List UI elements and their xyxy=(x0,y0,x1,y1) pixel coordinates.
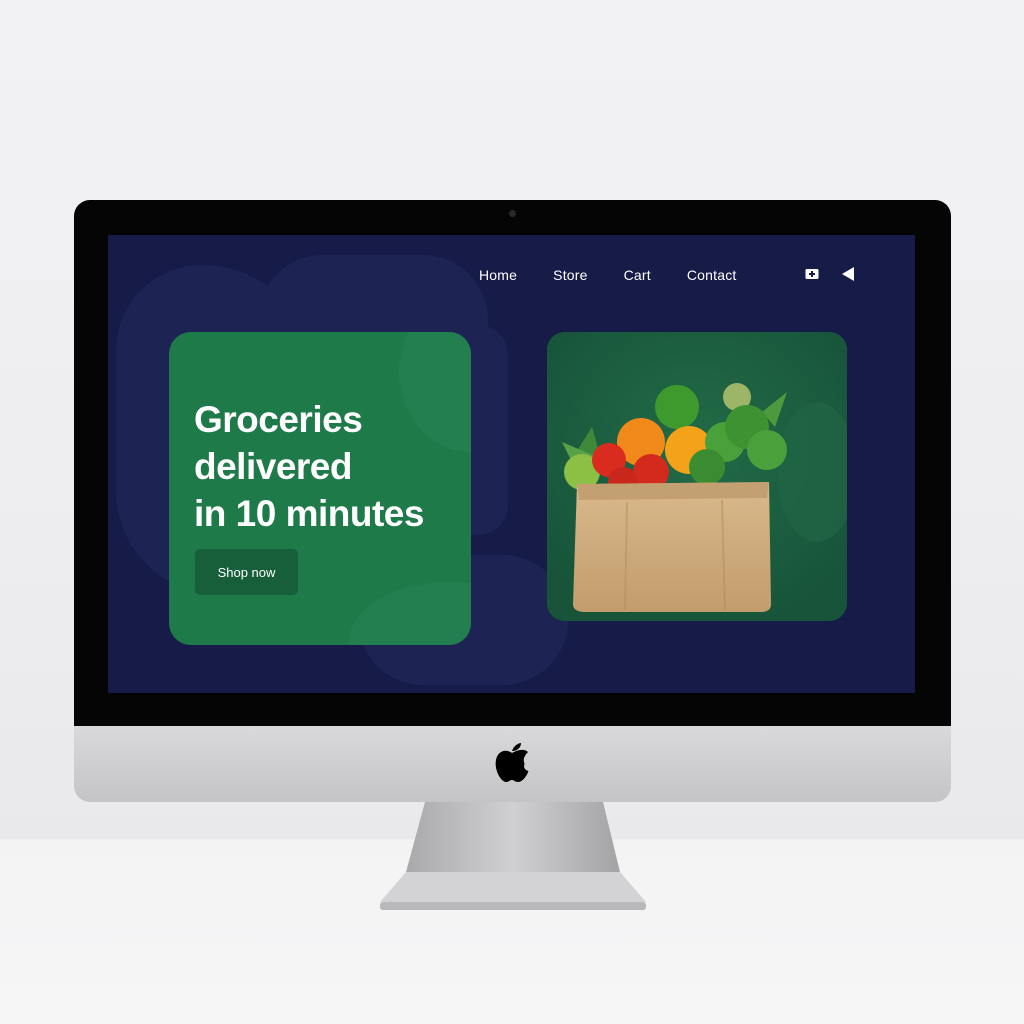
monitor-stand xyxy=(380,802,646,910)
hero-title: Groceries delivered in 10 minutes xyxy=(194,396,464,537)
main-navigation: Home Store Cart Contact xyxy=(479,267,737,283)
grocery-bag-image xyxy=(547,332,847,621)
camera-icon xyxy=(509,210,516,217)
nav-cart[interactable]: Cart xyxy=(624,267,651,283)
hero-title-line: delivered xyxy=(194,446,352,487)
hero-title-line: Groceries xyxy=(194,399,363,440)
apple-logo-icon xyxy=(495,743,531,782)
nav-home[interactable]: Home xyxy=(479,267,517,283)
monitor-chin xyxy=(74,726,951,802)
back-triangle-icon[interactable] xyxy=(840,266,856,287)
shop-now-button[interactable]: Shop now xyxy=(195,549,298,595)
nav-icon-group xyxy=(804,266,856,287)
product-image-card xyxy=(547,332,847,621)
add-box-icon[interactable] xyxy=(804,266,820,287)
nav-contact[interactable]: Contact xyxy=(687,267,737,283)
nav-store[interactable]: Store xyxy=(553,267,587,283)
hero-card-shape xyxy=(349,582,471,645)
hero-title-line: in 10 minutes xyxy=(194,493,424,534)
imac-mockup: Home Store Cart Contact Groceries delive… xyxy=(0,0,1024,1024)
hero-card: Groceries delivered in 10 minutes Shop n… xyxy=(169,332,471,645)
website-screen: Home Store Cart Contact Groceries delive… xyxy=(108,235,915,693)
